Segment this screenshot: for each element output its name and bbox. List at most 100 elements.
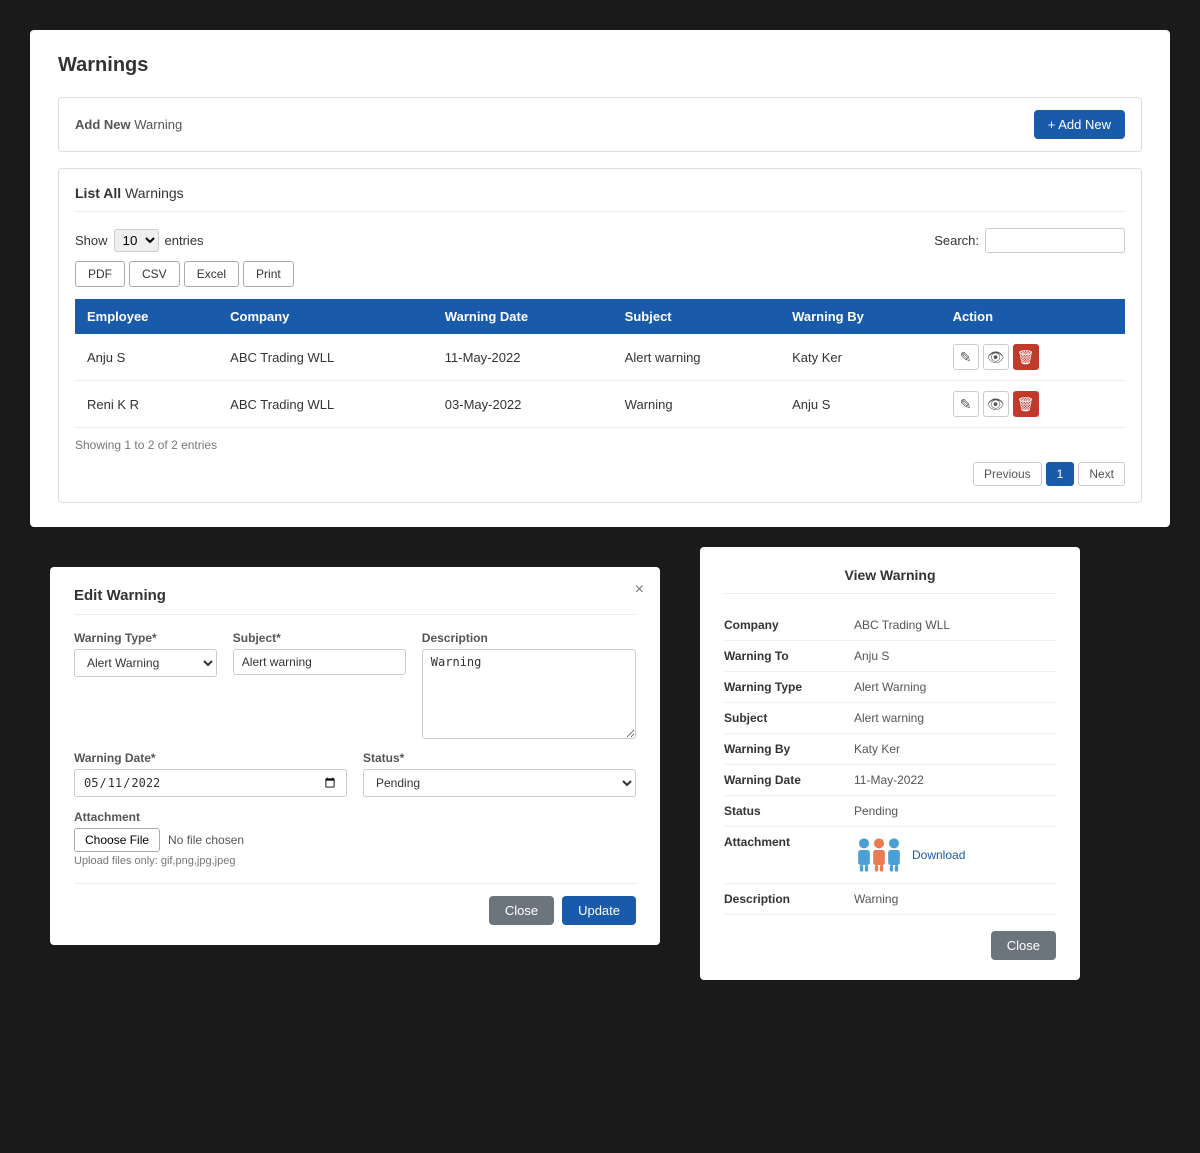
search-input[interactable] <box>985 228 1125 253</box>
attachment-label: Attachment <box>74 810 140 824</box>
list-all-title: List All Warnings <box>75 185 1125 212</box>
edit-modal-title: Edit Warning <box>74 587 636 615</box>
main-warnings-panel: Warnings Add New Warning + Add New List … <box>30 30 1170 527</box>
description-label: Description <box>422 631 636 645</box>
form-row-2: Warning Date* Status* Pending Resolved D… <box>74 751 636 797</box>
warning-date-input[interactable] <box>74 769 347 797</box>
cell-warning-date: 11-May-2022 <box>433 334 613 381</box>
edit-modal-close-x[interactable]: × <box>635 581 644 599</box>
warning-type-select[interactable]: Alert Warning Warning Severe Warning <box>74 649 217 677</box>
view-value: Anju S <box>854 649 1056 663</box>
view-panel-footer: Close <box>724 931 1056 960</box>
view-row: Warning Date 11-May-2022 <box>724 765 1056 796</box>
table-body: Anju S ABC Trading WLL 11-May-2022 Alert… <box>75 334 1125 428</box>
add-new-button[interactable]: + Add New <box>1034 110 1125 139</box>
choose-file-button[interactable]: Choose File <box>74 828 160 852</box>
view-close-button[interactable]: Close <box>991 931 1056 960</box>
delete-action-button[interactable]: 🗑 <box>1013 391 1039 417</box>
view-label: Subject <box>724 711 854 725</box>
current-page-button[interactable]: 1 <box>1046 462 1075 486</box>
table-row: Reni K R ABC Trading WLL 03-May-2022 War… <box>75 381 1125 428</box>
status-group: Status* Pending Resolved Dismissed <box>363 751 636 797</box>
cell-company: ABC Trading WLL <box>218 334 433 381</box>
view-value: Katy Ker <box>854 742 1056 756</box>
page-title: Warnings <box>58 54 1142 77</box>
col-warning-date: Warning Date <box>433 299 613 334</box>
subject-group: Subject* <box>233 631 406 739</box>
cell-company: ABC Trading WLL <box>218 381 433 428</box>
view-row: Attachment <box>724 827 1056 884</box>
edit-update-button[interactable]: Update <box>562 896 636 925</box>
cell-action: ✎ 👁 🗑 <box>941 334 1125 381</box>
export-csv-button[interactable]: CSV <box>129 261 180 287</box>
warning-type-label: Warning Type* <box>74 631 217 645</box>
cell-action: ✎ 👁 🗑 <box>941 381 1125 428</box>
view-row: Description Warning <box>724 884 1056 915</box>
view-value: ABC Trading WLL <box>854 618 1056 632</box>
edit-close-button[interactable]: Close <box>489 896 554 925</box>
file-upload-row: Choose File No file chosen <box>74 828 636 852</box>
view-label: Company <box>724 618 854 632</box>
delete-action-button[interactable]: 🗑 <box>1013 344 1039 370</box>
view-action-button[interactable]: 👁 <box>983 391 1009 417</box>
description-group: Description Warning <box>422 631 636 739</box>
attachment-section: Attachment Choose File No file chosen Up… <box>74 809 636 867</box>
status-select[interactable]: Pending Resolved Dismissed <box>363 769 636 797</box>
upload-hint: Upload files only: gif,png,jpg,jpeg <box>74 855 636 867</box>
table-header: Employee Company Warning Date Subject Wa… <box>75 299 1125 334</box>
warning-date-group: Warning Date* <box>74 751 347 797</box>
view-row: Warning By Katy Ker <box>724 734 1056 765</box>
edit-action-button[interactable]: ✎ <box>953 344 979 370</box>
view-label: Warning By <box>724 742 854 756</box>
description-textarea[interactable]: Warning <box>422 649 636 739</box>
view-value: 11-May-2022 <box>854 773 1056 787</box>
export-print-button[interactable]: Print <box>243 261 294 287</box>
showing-entries: Showing 1 to 2 of 2 entries <box>75 438 1125 452</box>
export-pdf-button[interactable]: PDF <box>75 261 125 287</box>
status-label: Status* <box>363 751 636 765</box>
list-all-section: List All Warnings Show 10 25 50 entries … <box>58 168 1142 503</box>
view-rows-container: Company ABC Trading WLL Warning To Anju … <box>724 610 1056 915</box>
export-buttons: PDF CSV Excel Print <box>75 261 1125 287</box>
view-value: Alert warning <box>854 711 1056 725</box>
view-row: Warning Type Alert Warning <box>724 672 1056 703</box>
edit-modal-footer: Close Update <box>74 883 636 925</box>
warnings-table: Employee Company Warning Date Subject Wa… <box>75 299 1125 428</box>
view-action-button[interactable]: 👁 <box>983 344 1009 370</box>
next-page-button[interactable]: Next <box>1078 462 1125 486</box>
attachment-preview: Download <box>854 835 1056 875</box>
subject-input[interactable] <box>233 649 406 675</box>
edit-action-button[interactable]: ✎ <box>953 391 979 417</box>
view-panel-title: View Warning <box>724 567 1056 594</box>
table-row: Anju S ABC Trading WLL 11-May-2022 Alert… <box>75 334 1125 381</box>
col-employee: Employee <box>75 299 218 334</box>
col-warning-by: Warning By <box>780 299 940 334</box>
prev-page-button[interactable]: Previous <box>973 462 1042 486</box>
view-row: Warning To Anju S <box>724 641 1056 672</box>
view-value: Warning <box>854 892 1056 906</box>
view-row: Subject Alert warning <box>724 703 1056 734</box>
view-label: Status <box>724 804 854 818</box>
pagination: Previous 1 Next <box>75 462 1125 486</box>
entries-select[interactable]: 10 25 50 <box>114 229 159 252</box>
table-top-controls: Show 10 25 50 entries Search: <box>75 228 1125 253</box>
export-excel-button[interactable]: Excel <box>184 261 239 287</box>
add-new-label: Add New Warning <box>75 117 182 132</box>
show-entries-control: Show 10 25 50 entries <box>75 229 204 252</box>
cell-subject: Warning <box>613 381 780 428</box>
view-label-attachment: Attachment <box>724 835 854 849</box>
edit-modal-background: Edit Warning × Warning Type* Alert Warni… <box>30 547 680 965</box>
add-new-bar: Add New Warning + Add New <box>58 97 1142 152</box>
col-company: Company <box>218 299 433 334</box>
cell-warning-by: Anju S <box>780 381 940 428</box>
cell-subject: Alert warning <box>613 334 780 381</box>
subject-label: Subject* <box>233 631 406 645</box>
form-row-1: Warning Type* Alert Warning Warning Seve… <box>74 631 636 739</box>
view-label: Warning Type <box>724 680 854 694</box>
warning-date-label: Warning Date* <box>74 751 347 765</box>
warning-type-group: Warning Type* Alert Warning Warning Seve… <box>74 631 217 739</box>
no-file-chosen-text: No file chosen <box>168 833 244 847</box>
attachment-people-icon <box>854 835 904 875</box>
bottom-section: Edit Warning × Warning Type* Alert Warni… <box>20 537 1180 990</box>
download-link[interactable]: Download <box>912 848 965 862</box>
